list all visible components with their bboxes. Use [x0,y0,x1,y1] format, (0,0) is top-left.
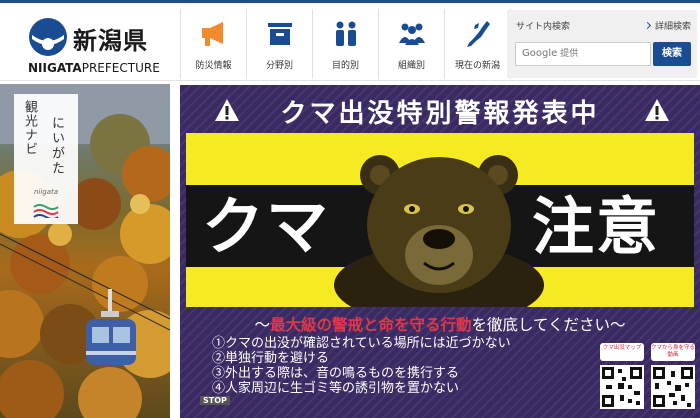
site-header: 新潟県 NIIGATAPREFECTURE 防災情報 分野別 目的別 組織別 現… [0,3,700,81]
site-search: サイト内検索 詳細検索 Google 提供 検索 [507,10,697,78]
slogan-emphasis: 最大級の警戒と命を守る行動 [269,315,472,334]
nav-label: 現在の新潟 [454,61,500,71]
search-button[interactable]: 検索 [653,42,691,66]
advanced-search-link[interactable]: 詳細検索 [645,19,691,32]
nav-label: 防災情報 [195,61,232,71]
safety-rules-list: ①クマの出没が確認されている場所には近づかない ②単独行動を避ける ③外出する際… [212,336,511,396]
search-input[interactable]: Google 提供 [515,42,651,66]
wave-logo-icon [33,204,59,218]
tourism-navi-banner[interactable]: 観光ナビ にいがた niigata [0,84,170,418]
big-text-bear: クマ [202,190,331,263]
logo-name-en-bold: NIIGATA [28,61,82,75]
box-icon [267,23,292,45]
banner-title: クマ出没特別警報発表中 [280,99,600,129]
stop-badge: STOP [200,396,230,405]
megaphone-icon [201,22,223,46]
rule-item: ①クマの出没が確認されている場所には近づかない [212,336,511,351]
big-text-caution: 注意 [532,190,661,263]
qr-label: クマから身を守る動画 [651,343,695,361]
tourism-navi-title: 観光ナビ [22,100,37,156]
qr-label: クマ出没マップ [600,343,644,361]
warning-icon [645,99,669,121]
search-title: サイト内検索 [516,22,571,32]
search-placeholder-text: 提供 [560,49,579,59]
nav-item-purpose[interactable]: 目的別 [312,9,378,79]
logo-name-ja: 新潟県 [73,27,148,55]
tourism-navi-romaji: niigata [33,188,59,196]
qr-code-icon [651,365,695,409]
mini-badge-row: STOP [200,396,230,405]
nav-label: 分野別 [265,61,293,71]
slogan-prefix: 〜 [254,316,270,334]
banner-slogan: 〜最大級の警戒と命を守る行動を徹底してください〜 [180,313,700,335]
slogan-rest: を徹底してください〜 [471,316,626,334]
qr-code-icon [600,365,644,409]
people-icon [335,21,356,46]
rule-item: ②単独行動を避ける [212,351,330,366]
group-icon [398,23,425,45]
nav-item-category[interactable]: 分野別 [246,9,312,79]
bear-map-qr[interactable]: クマ出没マップ [600,343,644,413]
nav-item-organization[interactable]: 組織別 [378,9,444,79]
bear-illustration [334,155,544,307]
nav-label: 目的別 [331,61,359,71]
prefecture-logo[interactable]: 新潟県 NIIGATAPREFECTURE [28,17,178,75]
rule-item: ④人家周辺に生ゴミ等の誘引物を置かない [212,381,460,396]
nav-item-disaster[interactable]: 防災情報 [180,9,246,79]
nav-item-current-niigata[interactable]: 現在の新潟 [444,9,511,79]
bear-warning-banner[interactable]: クマ出没特別警報発表中 クマ 注意 〜最大級の警戒と命を守る行動を徹底してくださ… [180,85,700,418]
bear-video-qr[interactable]: クマから身を守る動画 [651,343,695,413]
google-brand: Google [522,48,558,59]
niigata-map-icon [466,21,490,47]
nav-label: 組織別 [397,61,425,71]
tourism-navi-badge: 観光ナビ にいがた niigata [14,94,78,224]
global-nav: 防災情報 分野別 目的別 組織別 現在の新潟 [180,9,511,79]
niigata-emblem-icon [29,18,67,56]
tourism-navi-subtitle: にいがた [49,116,64,176]
rule-item: ③外出する際は、音の鳴るものを携行する [212,366,460,381]
logo-name-en-light: PREFECTURE [81,61,160,75]
gondola-image [86,289,136,365]
logo-name-en: NIIGATAPREFECTURE [28,61,160,75]
